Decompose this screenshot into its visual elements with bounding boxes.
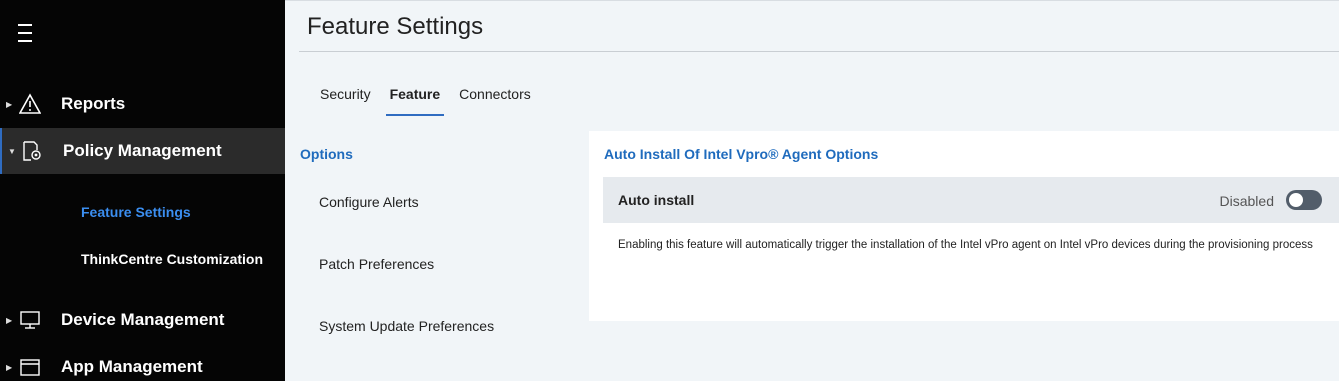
setting-status: Disabled	[1219, 193, 1274, 209]
sidebar-item-label: Policy Management	[63, 141, 222, 160]
warning-triangle-icon	[19, 93, 41, 114]
option-patch-preferences[interactable]: Patch Preferences	[319, 256, 434, 272]
sidebar: ▶ Reports ▼ Policy Management Feature Se…	[0, 0, 285, 381]
panel-title: Auto Install Of Intel Vpro® Agent Option…	[604, 146, 879, 162]
option-system-update-preferences[interactable]: System Update Preferences	[319, 318, 494, 334]
tab-feature[interactable]: Feature	[385, 86, 444, 116]
caret-right-icon: ▶	[6, 362, 13, 372]
divider	[285, 0, 1339, 1]
monitor-icon	[20, 311, 40, 329]
settings-panel: Auto Install Of Intel Vpro® Agent Option…	[589, 131, 1339, 321]
setting-label: Auto install	[618, 192, 695, 208]
caret-right-icon: ▶	[6, 99, 13, 109]
sidebar-item-app-management[interactable]: ▶ App Management	[0, 344, 285, 381]
auto-install-setting-row: Auto install Disabled	[603, 177, 1339, 223]
app-window-icon	[20, 359, 40, 376]
option-configure-alerts[interactable]: Configure Alerts	[319, 194, 419, 210]
sidebar-item-policy-management[interactable]: ▼ Policy Management	[0, 128, 285, 174]
sidebar-subitem-thinkcentre-customization[interactable]: ThinkCentre Customization	[81, 251, 263, 267]
sidebar-item-label: Device Management	[61, 310, 225, 329]
divider	[299, 51, 1339, 52]
auto-install-toggle[interactable]	[1286, 190, 1322, 210]
hamburger-menu-icon[interactable]	[18, 24, 38, 44]
options-heading: Options	[300, 146, 353, 162]
page-title: Feature Settings	[307, 13, 484, 40]
policy-gear-icon	[23, 141, 41, 161]
sidebar-item-device-management[interactable]: ▶ Device Management	[0, 297, 285, 343]
setting-description: Enabling this feature will automatically…	[618, 239, 1313, 251]
caret-right-icon: ▶	[6, 315, 13, 325]
main-content: Feature Settings Security Feature Connec…	[285, 0, 1339, 381]
tab-bar: Security Feature Connectors	[320, 86, 550, 116]
sidebar-item-reports[interactable]: ▶ Reports	[0, 81, 285, 127]
tab-connectors[interactable]: Connectors	[459, 86, 531, 116]
sidebar-item-label: Reports	[61, 94, 126, 113]
caret-down-icon: ▼	[8, 146, 16, 156]
tab-security[interactable]: Security	[320, 86, 371, 116]
sidebar-subitem-feature-settings[interactable]: Feature Settings	[81, 204, 191, 220]
toggle-knob	[1289, 193, 1303, 207]
sidebar-item-label: App Management	[61, 357, 203, 376]
